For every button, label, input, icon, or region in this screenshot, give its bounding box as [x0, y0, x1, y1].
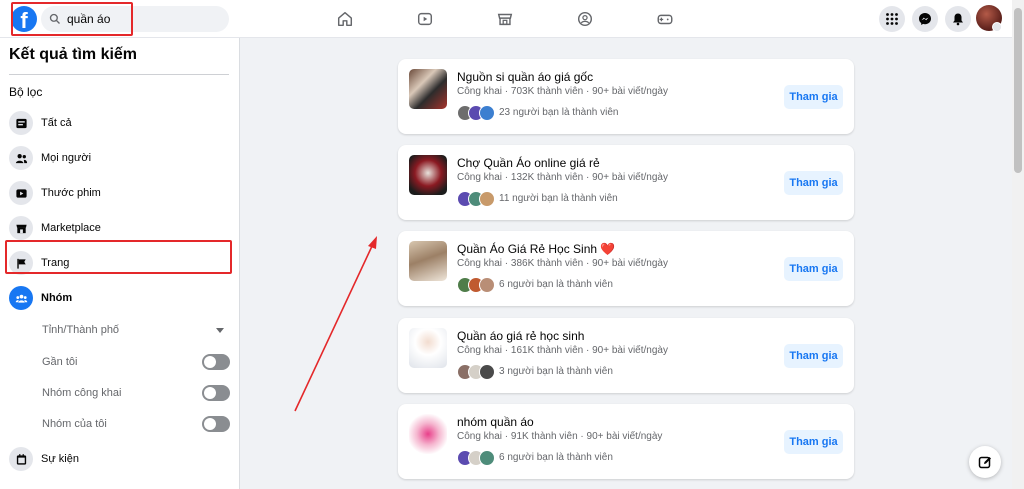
- friend-members: 6 người bạn là thành viên: [457, 276, 613, 293]
- group-name[interactable]: Quần áo giá rẻ học sinh: [457, 329, 584, 343]
- sidebar-item-label: Marketplace: [41, 222, 101, 234]
- groups-icon: [9, 286, 33, 310]
- my-groups-filter[interactable]: Nhóm của tôi: [42, 414, 230, 434]
- public-groups-label: Nhóm công khai: [42, 387, 122, 399]
- friend-members: 11 người bạn là thành viên: [457, 190, 618, 207]
- sidebar-item-marketplace[interactable]: Marketplace: [9, 213, 231, 243]
- group-meta: Công khai · 161K thành viên · 90+ bài vi…: [457, 345, 668, 356]
- friends-count: 11 người bạn là thành viên: [499, 193, 618, 204]
- sidebar-title: Kết quả tìm kiếm: [9, 46, 138, 63]
- notifications-bell-icon[interactable]: [945, 6, 971, 32]
- friend-avatar: [479, 276, 495, 293]
- groups-highlight-box: [5, 240, 232, 274]
- group-result-card[interactable]: Quần áo giá rẻ học sinh Công khai · 161K…: [398, 318, 854, 393]
- sidebar-item-label: Mọi người: [41, 152, 92, 164]
- public-groups-toggle[interactable]: [202, 385, 230, 401]
- join-group-button[interactable]: Tham gia: [784, 85, 843, 109]
- group-meta: Công khai · 91K thành viên · 90+ bài viế…: [457, 431, 663, 442]
- group-cover-image: [409, 155, 447, 195]
- group-cover-image: [409, 414, 447, 454]
- near-me-filter[interactable]: Gần tôi: [42, 352, 230, 372]
- gaming-icon[interactable]: [654, 8, 676, 30]
- group-name[interactable]: Chợ Quần Áo online giá rẻ: [457, 156, 600, 170]
- join-group-button[interactable]: Tham gia: [784, 171, 843, 195]
- store-icon: [9, 216, 33, 240]
- sidebar-item-label: Tất cả: [41, 117, 72, 129]
- friend-members: 6 người bạn là thành viên: [457, 449, 613, 466]
- near-me-toggle[interactable]: [202, 354, 230, 370]
- friend-avatar: [479, 449, 495, 466]
- posts-icon: [9, 111, 33, 135]
- video-icon: [9, 181, 33, 205]
- messenger-icon[interactable]: [912, 6, 938, 32]
- group-name-text: Quần Áo Giá Rẻ Học Sinh: [457, 242, 598, 256]
- my-groups-label: Nhóm của tôi: [42, 418, 107, 430]
- friends-count: 6 người bạn là thành viên: [499, 452, 613, 463]
- scrollbar-thumb[interactable]: [1014, 8, 1022, 173]
- group-result-card[interactable]: Quần Áo Giá Rẻ Học Sinh ❤️ Công khai · 38…: [398, 231, 854, 306]
- friend-avatar: [479, 363, 495, 380]
- marketplace-icon[interactable]: [494, 8, 516, 30]
- chevron-down-icon[interactable]: [992, 22, 1002, 32]
- top-navigation-bar: f: [0, 0, 1012, 38]
- people-icon: [9, 146, 33, 170]
- groups-nav-icon[interactable]: [574, 8, 596, 30]
- search-highlight-box: [11, 2, 133, 36]
- calendar-icon: [9, 447, 33, 471]
- sidebar-item-groups[interactable]: Nhóm: [9, 283, 231, 313]
- friend-avatar: [479, 190, 495, 207]
- group-name[interactable]: Quần Áo Giá Rẻ Học Sinh ❤️: [457, 242, 615, 256]
- near-me-label: Gần tôi: [42, 356, 78, 368]
- friends-count: 23 người bạn là thành viên: [499, 107, 619, 118]
- sidebar-item-label: Sự kiện: [41, 453, 79, 465]
- filter-heading: Bộ lọc: [9, 85, 43, 99]
- friends-count: 6 người bạn là thành viên: [499, 279, 613, 290]
- group-meta: Công khai · 386K thành viên · 90+ bài vi…: [457, 258, 668, 269]
- sidebar-item-reels[interactable]: Thước phim: [9, 178, 231, 208]
- friend-members: 23 người bạn là thành viên: [457, 104, 618, 121]
- my-groups-toggle[interactable]: [202, 416, 230, 432]
- friend-avatar: [479, 104, 495, 121]
- sidebar-item-label: Thước phim: [41, 187, 101, 199]
- caret-down-icon: [216, 327, 224, 333]
- home-icon[interactable]: [334, 8, 356, 30]
- group-result-card[interactable]: Chợ Quần Áo online giá rẻ Công khai · 13…: [398, 145, 854, 220]
- menu-grid-icon[interactable]: [879, 6, 905, 32]
- group-cover-image: [409, 69, 447, 109]
- group-result-card[interactable]: Nguồn si quần áo giá gốc Công khai · 703…: [398, 59, 854, 134]
- page-scrollbar[interactable]: [1012, 0, 1024, 489]
- sidebar-divider: [9, 74, 229, 75]
- group-name[interactable]: Nguồn si quần áo giá gốc: [457, 70, 593, 84]
- heart-emoji-icon: ❤️: [600, 242, 616, 256]
- join-group-button[interactable]: Tham gia: [784, 344, 843, 368]
- compose-icon: [978, 456, 991, 469]
- friend-members: 3 người bạn là thành viên: [457, 363, 613, 380]
- join-group-button[interactable]: Tham gia: [784, 430, 843, 454]
- join-group-button[interactable]: Tham gia: [784, 257, 843, 281]
- city-filter-dropdown[interactable]: Tỉnh/Thành phố: [42, 320, 230, 340]
- group-name[interactable]: nhóm quần áo: [457, 415, 534, 429]
- group-meta: Công khai · 703K thành viên · 90+ bài vi…: [457, 86, 668, 97]
- friends-count: 3 người bạn là thành viên: [499, 366, 613, 377]
- group-result-card[interactable]: nhóm quần áo Công khai · 91K thành viên …: [398, 404, 854, 479]
- new-message-button[interactable]: [969, 446, 1001, 478]
- group-meta: Công khai · 132K thành viên · 90+ bài vi…: [457, 172, 668, 183]
- group-cover-image: [409, 328, 447, 368]
- watch-icon[interactable]: [414, 8, 436, 30]
- sidebar-item-people[interactable]: Mọi người: [9, 143, 231, 173]
- public-groups-filter[interactable]: Nhóm công khai: [42, 383, 230, 403]
- sidebar-item-events[interactable]: Sự kiện: [9, 444, 231, 474]
- sidebar-item-all[interactable]: Tất cả: [9, 108, 231, 138]
- sidebar-item-label: Nhóm: [41, 292, 73, 304]
- group-cover-image: [409, 241, 447, 281]
- city-filter-label: Tỉnh/Thành phố: [42, 324, 120, 336]
